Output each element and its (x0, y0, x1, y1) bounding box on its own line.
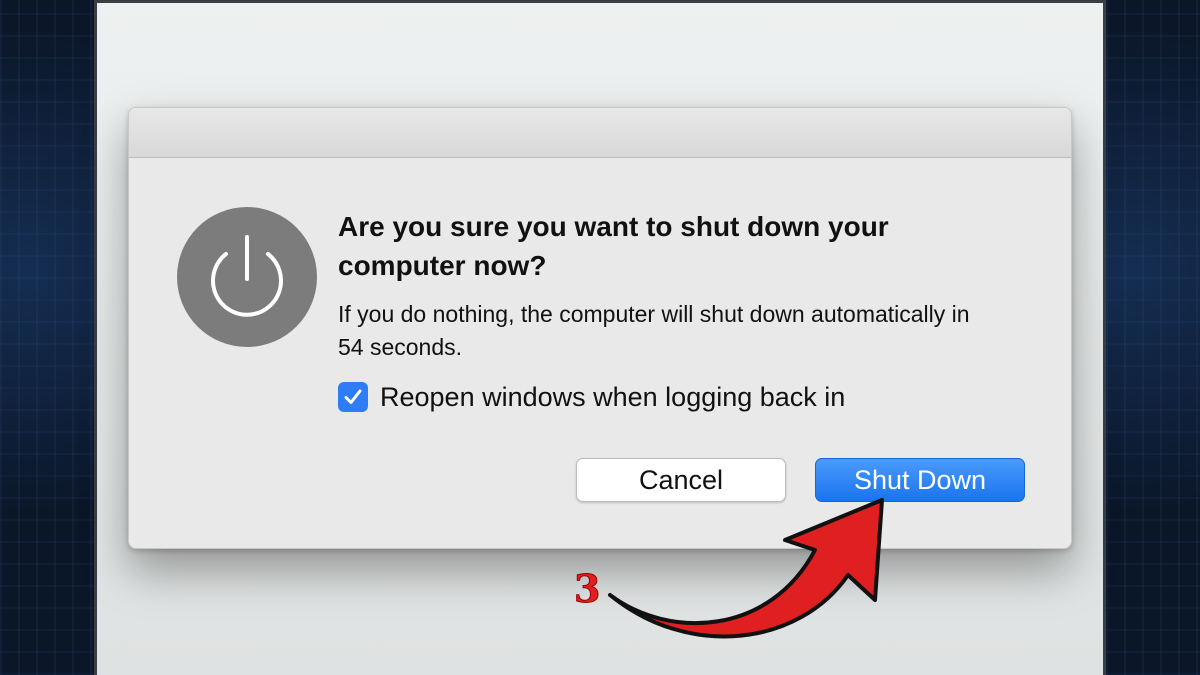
power-icon (177, 207, 317, 347)
reopen-windows-label: Reopen windows when logging back in (380, 381, 846, 412)
reopen-windows-checkbox[interactable] (338, 382, 368, 412)
reopen-windows-option[interactable]: Reopen windows when logging back in (338, 380, 845, 414)
red-arrow-icon (608, 498, 884, 639)
background-left (0, 0, 96, 675)
dialog-title: Are you sure you want to shut down your … (338, 211, 889, 281)
background-right (1106, 0, 1200, 675)
shutdown-dialog: Are you sure you want to shut down your … (128, 107, 1072, 549)
dialog-titlebar (129, 108, 1071, 158)
dialog-message: If you do nothing, the computer will shu… (338, 301, 970, 360)
checkmark-icon (344, 389, 362, 404)
step-number: 3 (573, 566, 601, 612)
